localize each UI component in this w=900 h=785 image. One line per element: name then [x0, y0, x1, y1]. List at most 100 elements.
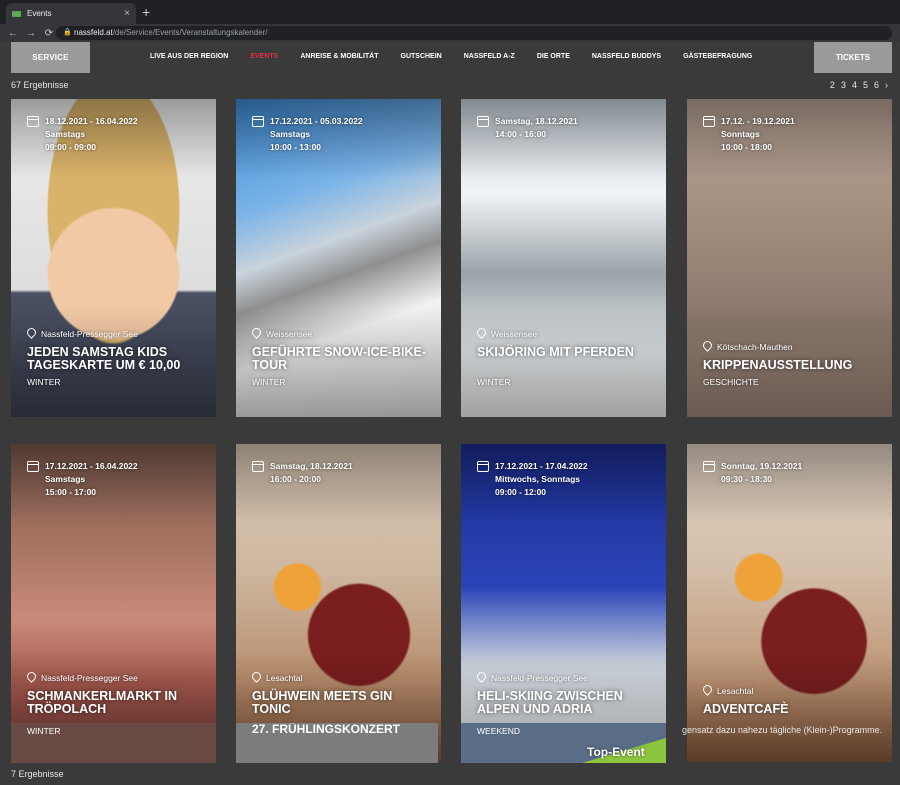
event-title: JEDEN SAMSTAG KIDS TAGESKARTE UM € 10,00: [27, 345, 181, 372]
nav-die-orte[interactable]: DIE ORTE: [537, 53, 570, 60]
event-days: 09:30 - 18:30: [721, 474, 773, 484]
event-time: 10:00 - 13:00: [270, 142, 322, 152]
tab-title: Events: [27, 9, 52, 18]
next-page-icon[interactable]: ›: [885, 80, 888, 90]
browser-tab[interactable]: Events ×: [6, 3, 136, 24]
page-2[interactable]: 2: [830, 80, 835, 90]
event-category: WINTER: [252, 377, 286, 387]
results-count-bottom: 7 Ergebnisse: [11, 769, 64, 779]
event-category: GESCHICHTE: [703, 377, 759, 387]
forward-icon[interactable]: →: [26, 28, 36, 39]
event-location: Nassfeld-Pressegger See: [41, 672, 138, 683]
location-pin-icon: [27, 672, 36, 683]
event-card[interactable]: 17.12.2021 - 05.03.2022 Samstags 10:00 - 1…: [236, 99, 441, 417]
event-location: Nassfeld-Pressegger See: [41, 328, 138, 339]
event-date: 17.12.2021 - 17.04.2022: [495, 461, 588, 471]
reload-icon[interactable]: ⟳: [44, 28, 54, 39]
location-pin-icon: [27, 328, 36, 339]
event-category: WINTER: [477, 377, 511, 387]
event-time: 09:00 - 12:00: [495, 487, 547, 497]
event-location: Weissensee: [266, 328, 313, 339]
results-count: 67 Ergebnisse: [11, 80, 69, 90]
main-nav: LIVE AUS DER REGION EVENTS ANREISE & MOB…: [150, 53, 774, 60]
page-4[interactable]: 4: [852, 80, 857, 90]
site: SERVICE LIVE AUS DER REGION EVENTS ANREI…: [0, 42, 900, 785]
page-5[interactable]: 5: [863, 80, 868, 90]
nav-anreise[interactable]: ANREISE & MOBILITÄT: [300, 53, 378, 60]
nav-buddys[interactable]: NASSFELD BUDDYS: [592, 53, 661, 60]
nav-gaestebefragung[interactable]: GÄSTEBEFRAGUNG: [683, 53, 752, 60]
calendar-icon: [27, 116, 39, 127]
service-button[interactable]: SERVICE: [11, 42, 90, 73]
event-card[interactable]: Samstag, 18.12.2021 16:00 - 20:00 Lesacht…: [236, 444, 441, 762]
new-tab-button[interactable]: +: [142, 4, 150, 20]
address-bar-row: ← → ⟳ 🔒 nassfeld.at/de/Service/Events/Ve…: [0, 24, 900, 42]
event-card[interactable]: Sonntag, 19.12.2021 09:30 - 18:30 Lesacht…: [687, 444, 892, 762]
calendar-icon: [477, 461, 489, 472]
event-title: KRIPPENAUSSTELLUNG: [703, 358, 853, 372]
event-date: Samstag, 18.12.2021: [495, 116, 578, 126]
event-card[interactable]: 17.12. - 19.12.2021 Sonntags 10:00 - 18:00…: [687, 99, 892, 417]
nav-nassfeld-az[interactable]: NASSFELD A-Z: [464, 53, 515, 60]
event-location: Lesachtal: [717, 685, 754, 696]
url-host: nassfeld.at: [74, 28, 113, 37]
page-3[interactable]: 3: [841, 80, 846, 90]
nav-live[interactable]: LIVE AUS DER REGION: [150, 53, 228, 60]
url-input[interactable]: 🔒 nassfeld.at/de/Service/Events/Veransta…: [56, 26, 892, 40]
lock-icon: 🔒: [63, 29, 72, 36]
event-time: 10:00 - 18:00: [721, 142, 773, 152]
event-days: Sonntags: [721, 129, 760, 139]
event-title: 27. FRÜHLINGSKONZERT: [252, 723, 401, 736]
location-pin-icon: [252, 328, 261, 339]
event-category: WINTER: [27, 726, 61, 736]
tickets-button[interactable]: TICKETS: [814, 42, 892, 73]
event-title: HELI-SKIING ZWISCHEN ALPEN UND ADRIA: [477, 689, 623, 716]
favicon-icon: [12, 10, 21, 17]
event-card[interactable]: 17.12.2021 - 17.04.2022 Mittwochs, Sonnta…: [461, 444, 666, 762]
event-location: Lesachtal: [266, 672, 303, 683]
location-pin-icon: [703, 685, 712, 696]
event-card[interactable]: 18.12.2021 - 16.04.2022 Samstags 09:00 - 0…: [11, 99, 216, 417]
event-date: 18.12.2021 - 16.04.2022: [45, 116, 138, 126]
location-pin-icon: [477, 328, 486, 339]
browser-tab-bar: Events × +: [0, 0, 900, 24]
location-pin-icon: [477, 672, 486, 683]
event-days: Samstags: [45, 129, 86, 139]
calendar-icon: [252, 116, 264, 127]
calendar-icon: [477, 116, 489, 127]
event-date: Sonntag, 19.12.2021: [721, 461, 803, 471]
event-days: 14:00 - 16:00: [495, 129, 547, 139]
url-path: /de/Service/Events/Veranstaltungskalende…: [112, 28, 268, 37]
top-event-badge: Top-Event: [582, 738, 666, 763]
event-date: 17.12.2021 - 16.04.2022: [45, 461, 138, 471]
event-location: Weissensee: [491, 328, 538, 339]
event-days: Mittwochs, Sonntags: [495, 474, 580, 484]
event-title: SCHMANKERLMARKT IN TRÖPOLACH: [27, 689, 177, 716]
event-time: 09:00 - 09:00: [45, 142, 97, 152]
event-date: Samstag, 18.12.2021: [270, 461, 353, 471]
event-days: Samstags: [270, 129, 311, 139]
intro-text: gensatz dazu nahezu tägliche (Klein-)Pro…: [682, 725, 883, 735]
location-pin-icon: [252, 672, 261, 683]
event-card[interactable]: 17.12.2021 - 16.04.2022 Samstags 15:00 - 1…: [11, 444, 216, 762]
event-category: WEEKEND: [477, 726, 520, 736]
event-card[interactable]: Samstag, 18.12.2021 14:00 - 16:00 Weissen…: [461, 99, 666, 417]
event-location: Kötschach-Mauthen: [717, 341, 793, 352]
event-location: Nassfeld-Pressegger See: [491, 672, 588, 683]
event-card-partial[interactable]: 27. FRÜHLINGSKONZERT: [236, 723, 438, 763]
location-pin-icon: [703, 341, 712, 352]
nav-events[interactable]: EVENTS: [250, 53, 278, 60]
event-days: Samstags: [45, 474, 86, 484]
calendar-icon: [27, 461, 39, 472]
event-title: GLÜHWEIN MEETS GIN TONIC: [252, 689, 393, 716]
close-tab-icon[interactable]: ×: [124, 8, 130, 19]
event-title: SKIJÖRING MIT PFERDEN: [477, 345, 634, 359]
calendar-icon: [703, 116, 715, 127]
page-6[interactable]: 6: [874, 80, 879, 90]
back-icon[interactable]: ←: [8, 28, 18, 39]
event-card-partial[interactable]: WINTER: [11, 723, 216, 763]
pagination: 2 3 4 5 6 ›: [830, 80, 888, 90]
nav-gutschein[interactable]: GUTSCHEIN: [401, 53, 442, 60]
calendar-icon: [252, 461, 264, 472]
event-date: 17.12.2021 - 05.03.2022: [270, 116, 363, 126]
